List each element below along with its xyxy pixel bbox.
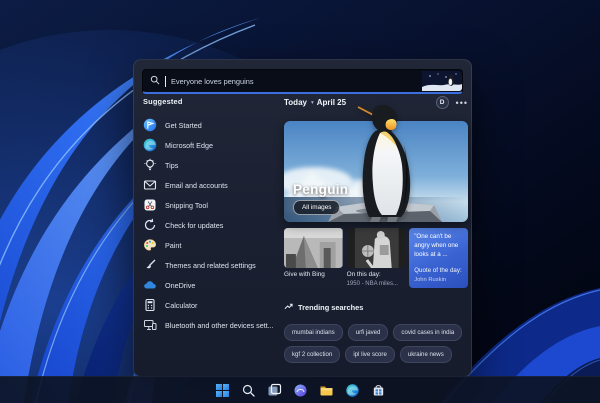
suggested-item-label: Themes and related settings: [165, 260, 256, 270]
bing-d-badge[interactable]: D: [435, 96, 449, 109]
suggested-item-email-accounts[interactable]: Email and accounts: [143, 175, 283, 195]
suggested-item-label: Get Started: [165, 120, 202, 130]
hero-card-penguin[interactable]: Penguin All images: [284, 105, 468, 222]
windows-logo-icon: [215, 383, 229, 397]
taskbar-start-button[interactable]: [214, 382, 231, 399]
taskbar-task-view-button[interactable]: [266, 382, 283, 399]
suggested-section: Suggested Get Started Microsoft Edge Tip…: [143, 97, 283, 335]
card-quote-of-the-day[interactable]: "One can't be angry when one looks at a …: [409, 228, 468, 288]
desktop: Everyone loves penguins Suggested Get St…: [0, 0, 600, 403]
card-give-with-bing[interactable]: Give with Bing: [284, 228, 343, 288]
taskbar-search-button[interactable]: [240, 382, 257, 399]
search-input[interactable]: Everyone loves penguins: [142, 69, 463, 94]
store-icon: [373, 384, 383, 395]
search-decoration-penguin-scene: [422, 71, 462, 91]
hero-title: Penguin: [293, 182, 349, 197]
suggested-item-label: Calculator: [165, 300, 198, 310]
paintbrush-icon: [143, 258, 157, 272]
snipping-tool-icon: [143, 198, 157, 212]
suggested-item-calculator[interactable]: Calculator: [143, 295, 283, 315]
calculator-icon: [143, 298, 157, 312]
search-icon: [242, 384, 255, 397]
card-on-this-day[interactable]: On this day: 1950 - NBA miles...: [346, 228, 406, 288]
suggested-item-themes-settings[interactable]: Themes and related settings: [143, 255, 283, 275]
date-label: April 25: [316, 98, 347, 107]
give-with-bing-image: [284, 228, 343, 268]
onedrive-cloud-icon: [143, 278, 157, 292]
widgets-icon: [294, 384, 306, 396]
more-options-button[interactable]: •••: [456, 98, 468, 107]
suggested-item-microsoft-edge[interactable]: Microsoft Edge: [143, 135, 283, 155]
taskbar-file-explorer-button[interactable]: [318, 382, 335, 399]
penguin-image: [356, 105, 411, 222]
suggested-item-label: Bluetooth and other devices sett...: [165, 320, 274, 330]
suggested-item-get-started[interactable]: Get Started: [143, 115, 283, 135]
edge-icon: [143, 138, 157, 152]
tips-lightbulb-icon: [143, 158, 157, 172]
suggested-item-label: Tips: [165, 160, 179, 170]
task-view-icon: [268, 383, 281, 395]
trending-pill[interactable]: urfi javed: [347, 324, 389, 342]
email-envelope-icon: [143, 178, 157, 192]
text-caret: [165, 75, 166, 87]
trending-pill[interactable]: covid cases in india: [393, 324, 463, 342]
suggested-item-label: OneDrive: [165, 280, 196, 290]
trending-section: Trending searches mumbai indians urfi ja…: [284, 298, 468, 364]
trending-pill[interactable]: ipl live score: [345, 346, 395, 364]
trending-heading: Trending searches: [298, 302, 364, 312]
today-feed: Today ▾ April 25 D ••• Penguin All image…: [284, 96, 468, 364]
card-title: On this day:: [346, 271, 381, 278]
all-images-button[interactable]: All images: [293, 200, 341, 215]
on-this-day-image: [346, 228, 406, 268]
search-flyout: Everyone loves penguins Suggested Get St…: [133, 59, 472, 377]
card-title: Quote of the day:: [414, 267, 462, 275]
taskbar-edge-button[interactable]: [344, 382, 361, 399]
paint-palette-icon: [143, 238, 157, 252]
suggested-item-tips[interactable]: Tips: [143, 155, 283, 175]
file-explorer-icon: [320, 386, 332, 395]
suggested-item-label: Snipping Tool: [165, 200, 209, 210]
quote-text: "One can't be angry when one looks at a …: [414, 233, 459, 258]
suggested-item-label: Microsoft Edge: [165, 140, 213, 150]
trending-icon: [284, 298, 293, 316]
suggested-item-check-for-updates[interactable]: Check for updates: [143, 215, 283, 235]
search-icon: [150, 72, 160, 90]
card-caption: Give with Bing: [284, 271, 325, 278]
trending-pill[interactable]: ukraine news: [399, 346, 452, 364]
taskbar-store-button[interactable]: [370, 382, 387, 399]
devices-icon: [143, 318, 157, 332]
chevron-down-icon: ▾: [310, 100, 314, 106]
suggested-item-snipping-tool[interactable]: Snipping Tool: [143, 195, 283, 215]
edge-icon: [345, 383, 359, 397]
suggested-item-paint[interactable]: Paint: [143, 235, 283, 255]
card-subtitle: John Ruskin: [414, 276, 447, 283]
suggested-item-label: Email and accounts: [165, 180, 228, 190]
refresh-updates-icon: [143, 218, 157, 232]
trending-pill[interactable]: mumbai indians: [284, 324, 343, 342]
card-subtitle: 1950 - NBA miles...: [346, 280, 398, 287]
get-started-icon: [143, 118, 157, 132]
suggested-item-bluetooth-devices[interactable]: Bluetooth and other devices sett...: [143, 315, 283, 335]
today-dropdown[interactable]: Today: [284, 98, 307, 107]
suggested-item-label: Check for updates: [165, 220, 224, 230]
trending-pill[interactable]: kgf 2 collection: [284, 346, 341, 364]
taskbar-widgets-button[interactable]: [292, 382, 309, 399]
suggested-item-label: Paint: [165, 240, 182, 250]
taskbar: [0, 376, 600, 403]
suggested-item-onedrive[interactable]: OneDrive: [143, 275, 283, 295]
suggested-heading: Suggested: [143, 97, 183, 106]
search-query-text: Everyone loves penguins: [171, 76, 254, 86]
